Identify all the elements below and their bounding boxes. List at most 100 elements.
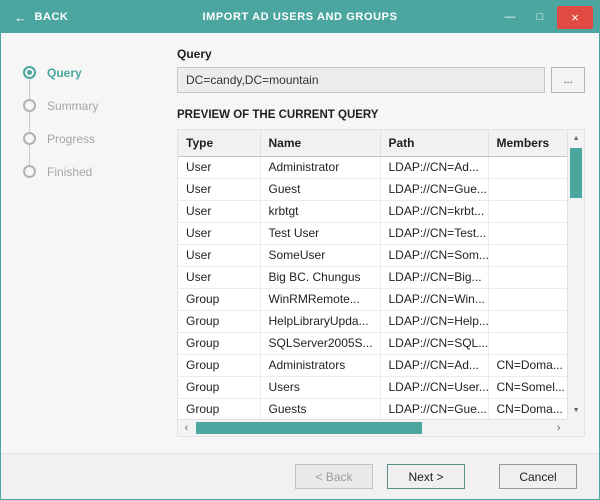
table-row[interactable]: Group SQLServer2005S... LDAP://CN=SQL... — [178, 332, 568, 355]
query-section-label: Query — [177, 47, 212, 61]
table-row[interactable]: Group Guests LDAP://CN=Gue... CN=Doma... — [178, 398, 568, 421]
preview-table: Type Name Path Members User Administrator… — [178, 130, 568, 421]
cell-type: User — [178, 266, 261, 289]
cell-type: User — [178, 222, 261, 245]
cell-type: Group — [178, 288, 261, 311]
column-header-name[interactable]: Name — [260, 130, 381, 157]
preview-table-area: Type Name Path Members User Administrator… — [177, 129, 586, 437]
step-summary[interactable]: Summary — [23, 98, 171, 113]
cell-path: LDAP://CN=Ad... — [380, 156, 489, 179]
close-button[interactable]: × — [557, 5, 593, 29]
cell-name: Big BC. Chungus — [260, 266, 381, 289]
cell-type: Group — [178, 354, 261, 377]
cell-path: LDAP://CN=Gue... — [380, 178, 489, 201]
vertical-scroll-thumb[interactable] — [570, 148, 583, 198]
table-row[interactable]: User Guest LDAP://CN=Gue... — [178, 178, 568, 201]
main-panel: Query ... PREVIEW OF THE CURRENT QUERY T… — [171, 33, 599, 453]
cell-path: LDAP://CN=SQL... — [380, 332, 489, 355]
vertical-scrollbar[interactable]: ▲ ▼ — [567, 130, 585, 419]
column-header-path[interactable]: Path — [380, 130, 489, 157]
cell-name: WinRMRemote... — [260, 288, 381, 311]
table-row[interactable]: User Administrator LDAP://CN=Ad... — [178, 156, 568, 179]
back-arrow-icon: ← — [14, 9, 28, 25]
scroll-down-icon[interactable]: ▼ — [568, 402, 584, 419]
titlebar-back-label: BACK — [34, 11, 69, 23]
dialog-body: Query Summary Progress Finished Query ..… — [1, 33, 599, 453]
table-row[interactable]: User Big BC. Chungus LDAP://CN=Big... — [178, 266, 568, 289]
step-query[interactable]: Query — [23, 65, 171, 80]
scroll-right-icon[interactable]: › — [550, 420, 567, 436]
cell-name: SQLServer2005S... — [260, 332, 381, 355]
cell-members — [488, 332, 568, 355]
cell-path: LDAP://CN=Help... — [380, 310, 489, 333]
step-summary-label: Summary — [47, 98, 99, 113]
cell-path: LDAP://CN=Big... — [380, 266, 489, 289]
minimize-button[interactable]: — — [497, 7, 523, 27]
cell-path: LDAP://CN=Gue... — [380, 398, 489, 421]
step-progress[interactable]: Progress — [23, 131, 171, 146]
cell-members — [488, 156, 568, 179]
query-row: ... — [177, 67, 586, 93]
scroll-left-icon[interactable]: ‹ — [178, 420, 195, 436]
cell-name: Users — [260, 376, 381, 399]
cell-name: SomeUser — [260, 244, 381, 267]
table-header-row: Type Name Path Members — [178, 130, 568, 157]
cell-type: Group — [178, 310, 261, 333]
cell-members — [488, 288, 568, 311]
cell-path: LDAP://CN=krbt... — [380, 200, 489, 223]
column-header-type[interactable]: Type — [178, 130, 261, 157]
cell-members: CN=Somel... — [488, 376, 568, 399]
cell-path: LDAP://CN=Win... — [380, 288, 489, 311]
query-input[interactable] — [177, 67, 546, 93]
cell-name: Administrator — [260, 156, 381, 179]
cell-members — [488, 244, 568, 267]
horizontal-scrollbar[interactable]: ‹ › — [178, 419, 568, 436]
cell-path: LDAP://CN=Test... — [380, 222, 489, 245]
table-row[interactable]: Group WinRMRemote... LDAP://CN=Win... — [178, 288, 568, 311]
step-finished-radio-icon — [23, 165, 36, 178]
table-row[interactable]: User SomeUser LDAP://CN=Som... — [178, 244, 568, 267]
column-header-members[interactable]: Members — [488, 130, 568, 157]
cell-members — [488, 266, 568, 289]
table-row[interactable]: Group Administrators LDAP://CN=Ad... CN=Dom… — [178, 354, 568, 377]
cell-name: Guests — [260, 398, 381, 421]
step-summary-radio-icon — [23, 99, 36, 112]
cell-name: Administrators — [260, 354, 381, 377]
cell-name: krbtgt — [260, 200, 381, 223]
step-finished[interactable]: Finished — [23, 165, 171, 179]
cell-type: Group — [178, 398, 261, 421]
titlebar-back-button[interactable]: ← BACK — [1, 1, 81, 33]
cell-name: HelpLibraryUpda... — [260, 310, 381, 333]
window-controls: — □ × — [497, 5, 599, 29]
step-query-label: Query — [47, 65, 82, 80]
scroll-up-icon[interactable]: ▲ — [568, 130, 584, 147]
step-progress-label: Progress — [47, 131, 96, 146]
step-progress-radio-icon — [23, 132, 36, 145]
cell-members — [488, 222, 568, 245]
table-row[interactable]: Group HelpLibraryUpda... LDAP://CN=Help... — [178, 310, 568, 333]
cell-type: User — [178, 178, 261, 201]
step-query-radio-icon — [23, 66, 36, 79]
cell-name: Guest — [260, 178, 381, 201]
horizontal-scroll-thumb[interactable] — [196, 422, 422, 434]
next-button[interactable]: Next > — [387, 464, 465, 489]
cell-members — [488, 310, 568, 333]
cell-members — [488, 200, 568, 223]
maximize-button[interactable]: □ — [527, 7, 553, 27]
scrollbar-corner — [567, 419, 585, 436]
cell-type: User — [178, 200, 261, 223]
cell-path: LDAP://CN=User... — [380, 376, 489, 399]
cell-type: Group — [178, 376, 261, 399]
table-row[interactable]: Group Users LDAP://CN=User... CN=Somel... — [178, 376, 568, 399]
table-row[interactable]: User krbtgt LDAP://CN=krbt... — [178, 200, 568, 223]
cell-path: LDAP://CN=Ad... — [380, 354, 489, 377]
back-button[interactable]: < Back — [295, 464, 373, 489]
footer-bar: < Back Next > Cancel — [1, 453, 599, 499]
cancel-button[interactable]: Cancel — [499, 464, 577, 489]
table-row[interactable]: User Test User LDAP://CN=Test... — [178, 222, 568, 245]
titlebar: ← BACK IMPORT AD USERS AND GROUPS — □ × — [1, 1, 599, 33]
preview-title: PREVIEW OF THE CURRENT QUERY — [177, 109, 379, 121]
import-ad-dialog: ← BACK IMPORT AD USERS AND GROUPS — □ × … — [0, 0, 600, 500]
cell-members: CN=Doma... — [488, 354, 568, 377]
browse-button[interactable]: ... — [551, 67, 586, 93]
